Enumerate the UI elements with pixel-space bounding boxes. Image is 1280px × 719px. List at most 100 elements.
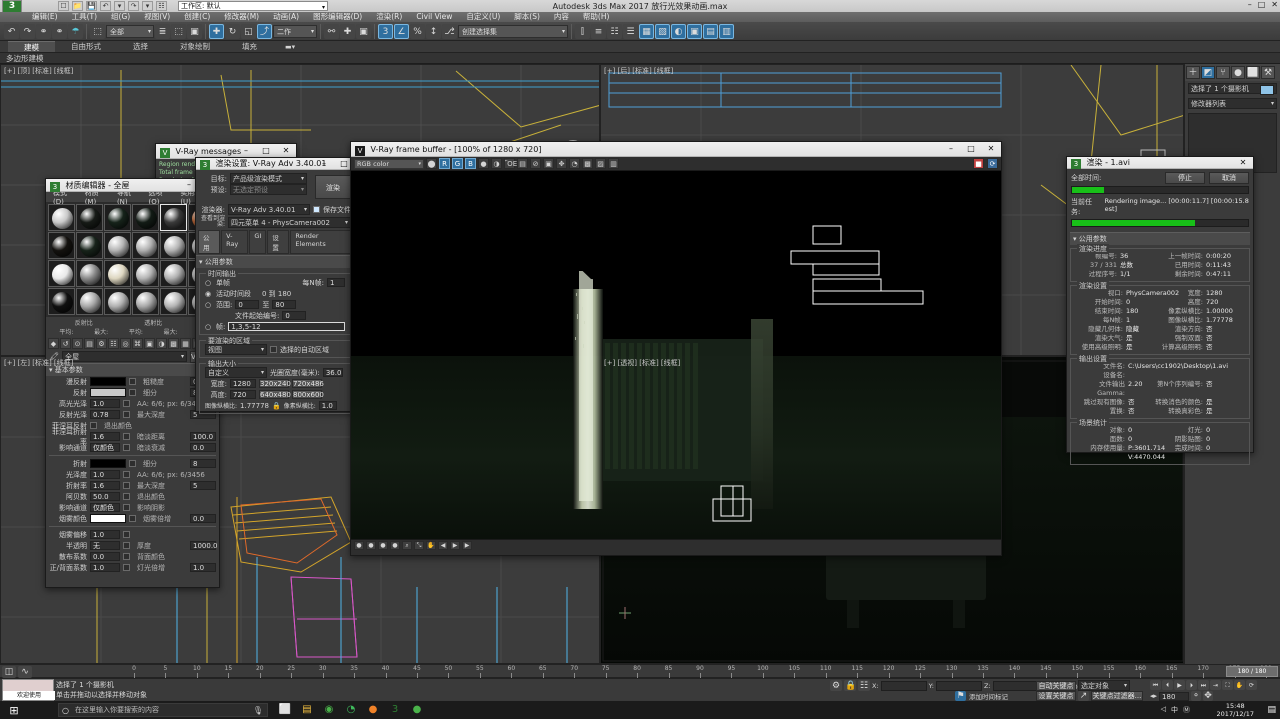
bind-space-warp-button[interactable]: ☂: [68, 24, 83, 39]
active-segment-radio[interactable]: ◉: [205, 290, 213, 298]
selection-filter-dropdown[interactable]: 全部: [106, 25, 154, 38]
vfb-minimize[interactable]: –: [941, 142, 961, 157]
utilities-tab[interactable]: ⚒: [1261, 66, 1275, 79]
undo-button[interactable]: ↶: [4, 24, 19, 39]
taskbar-clock[interactable]: 15:48 2017/12/17: [1217, 702, 1254, 718]
vfb-compare-icon[interactable]: ●: [378, 541, 388, 550]
every-nth-value[interactable]: 1: [327, 278, 345, 287]
timeline-ruler[interactable]: 0510152025303540455055606570758085909510…: [128, 665, 1280, 679]
output-preset-dropdown[interactable]: 自定义: [205, 367, 267, 378]
material-param-right-value[interactable]: 0.0: [190, 443, 216, 452]
add-time-tag-icon[interactable]: ⚑: [955, 691, 966, 701]
material-color-swatch[interactable]: [90, 377, 126, 386]
render-setup-minimize[interactable]: –: [314, 158, 334, 170]
z-field[interactable]: [993, 681, 1039, 691]
vfb-save-icon[interactable]: ●: [366, 541, 376, 550]
material-param-right-value[interactable]: 5: [190, 481, 216, 490]
file-explorer-icon[interactable]: ▤: [296, 701, 318, 719]
vfb-render-image[interactable]: [351, 171, 1001, 539]
material-map-checkbox[interactable]: [90, 422, 97, 429]
show-srgb-icon[interactable]: ▩: [582, 158, 593, 169]
vfb-fit-icon[interactable]: ⤡: [414, 541, 424, 550]
material-slot[interactable]: [104, 260, 131, 287]
minimize-viewport-toggle[interactable]: ◫: [2, 666, 16, 678]
stop-render-icon[interactable]: ■: [973, 158, 984, 169]
zoom-extents-button[interactable]: ⛶: [1222, 680, 1233, 690]
ribbon-tab-0[interactable]: 建模: [8, 41, 55, 52]
material-map-checkbox[interactable]: [123, 471, 130, 478]
histogram-icon[interactable]: ▥: [608, 158, 619, 169]
vfb-next-icon[interactable]: ▶: [462, 541, 472, 550]
x-field[interactable]: [881, 681, 927, 691]
material-slot[interactable]: [48, 288, 75, 315]
render-setup-tab-0[interactable]: 公用: [198, 230, 220, 254]
selected-object-field[interactable]: 选择了 1 个摄影机: [1188, 83, 1277, 94]
key-mode-button[interactable]: ⇥: [1210, 680, 1221, 690]
render-last-icon[interactable]: ⟳: [987, 158, 998, 169]
start-button[interactable]: ⊞: [0, 704, 28, 717]
material-param-value[interactable]: 仅颜色: [90, 443, 120, 452]
ribbon-tab-1[interactable]: 自由形式: [55, 41, 117, 52]
height-value[interactable]: 720: [230, 390, 256, 399]
material-color-swatch[interactable]: [90, 388, 126, 397]
material-slot[interactable]: [160, 260, 187, 287]
chrome-icon[interactable]: ◉: [318, 701, 340, 719]
tray-icon-0[interactable]: ◁: [1161, 705, 1166, 715]
material-param-right-value[interactable]: 1.0: [190, 563, 216, 572]
vfb-prev-icon[interactable]: ◀: [438, 541, 448, 550]
go-to-end-button[interactable]: ⏭: [1198, 680, 1209, 690]
render-setup-tab-3[interactable]: 设置: [267, 230, 289, 254]
material-map-checkbox[interactable]: [129, 460, 136, 467]
material-param-value[interactable]: 1.0: [90, 470, 120, 479]
material-param-value[interactable]: 1.0: [90, 399, 120, 408]
spinner-snap-button[interactable]: ↕: [426, 24, 441, 39]
maximize-button[interactable]: □: [1258, 0, 1266, 9]
set-key-mode-icon[interactable]: ↗: [1078, 691, 1089, 701]
ribbon-tab-3[interactable]: 对象绘制: [164, 41, 226, 52]
color-corrections-icon[interactable]: ◔: [569, 158, 580, 169]
menu-item-5[interactable]: 修改器(M): [217, 12, 266, 22]
menu-item-13[interactable]: 帮助(H): [576, 12, 617, 22]
absolute-relative-icon[interactable]: ☷: [858, 680, 870, 691]
material-slot[interactable]: [104, 288, 131, 315]
taskview-icon[interactable]: ⬜: [274, 701, 296, 719]
material-map-checkbox[interactable]: [123, 433, 130, 440]
range-radio[interactable]: ○: [205, 301, 213, 309]
vfb-pan-icon[interactable]: ✋: [426, 541, 436, 550]
material-param-value[interactable]: 0.78: [90, 410, 120, 419]
material-param-value[interactable]: 无: [90, 541, 120, 550]
material-slot[interactable]: [160, 232, 187, 259]
render-production-button[interactable]: ▥: [719, 24, 734, 39]
material-map-checkbox[interactable]: [123, 411, 130, 418]
motion-tab[interactable]: ●: [1231, 66, 1245, 79]
material-tool-3[interactable]: ▤: [84, 338, 95, 349]
vfb-close[interactable]: ✕: [981, 142, 1001, 157]
select-link-button[interactable]: ⚭: [36, 24, 51, 39]
ribbon-options-icon[interactable]: ▬▾: [285, 43, 295, 51]
menu-item-12[interactable]: 内容: [547, 12, 576, 22]
prev-frame-button[interactable]: ⏴: [1162, 680, 1173, 690]
firefox-icon[interactable]: ●: [362, 701, 384, 719]
material-param-right-value[interactable]: 1000.0: [190, 541, 216, 550]
lock-selection-icon[interactable]: 🔒: [844, 680, 856, 691]
align-button[interactable]: ≡: [591, 24, 606, 39]
window-crossing-button[interactable]: ▣: [187, 24, 202, 39]
save-file-checkbox[interactable]: [313, 206, 320, 213]
frame-nav-icon[interactable]: ◂▸: [1150, 692, 1157, 700]
material-param-right-value[interactable]: 100.0: [190, 432, 216, 441]
material-tool-11[interactable]: ▦: [180, 338, 191, 349]
select-and-move-button[interactable]: ✚: [209, 24, 224, 39]
menu-item-11[interactable]: 脚本(S): [507, 12, 547, 22]
selection-lock-icon[interactable]: ⚙: [830, 680, 842, 691]
material-tool-4[interactable]: ⚙: [96, 338, 107, 349]
vfb-play-icon[interactable]: ▶: [450, 541, 460, 550]
auto-region-checkbox[interactable]: [270, 346, 277, 353]
render-area-dropdown[interactable]: 视图: [205, 344, 267, 355]
material-color-swatch[interactable]: [90, 459, 126, 468]
render-setup-tab-2[interactable]: GI: [249, 230, 266, 254]
material-param-value[interactable]: 1.0: [90, 530, 120, 539]
load-image-icon[interactable]: ▤: [517, 158, 528, 169]
hierarchy-tab[interactable]: ⑂: [1216, 66, 1230, 79]
tray-icon-1[interactable]: 中: [1171, 705, 1178, 715]
material-slot[interactable]: [76, 260, 103, 287]
